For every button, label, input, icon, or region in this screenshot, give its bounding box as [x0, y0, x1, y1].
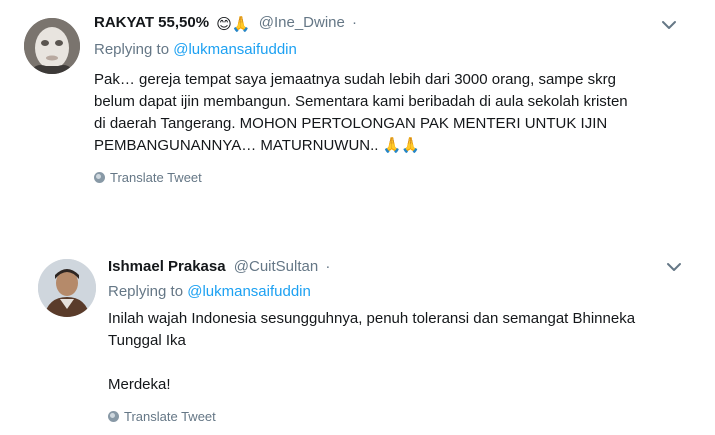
folded-hands-emoji: 🙏: [231, 16, 251, 33]
avatar-image: [24, 18, 80, 74]
avatar[interactable]: [38, 259, 96, 317]
tweet-text-line: Pak… gereja tempat saya jemaatnya sudah …: [94, 71, 616, 88]
translate-tweet-link[interactable]: Translate Tweet: [94, 170, 694, 185]
tweet-text-line: di daerah Tangerang. MOHON PERTOLONGAN P…: [94, 115, 608, 132]
mention-link[interactable]: @lukmansaifuddin: [173, 41, 297, 58]
user-handle[interactable]: @CuitSultan: [234, 258, 318, 275]
tweet-text-line: Merdeka!: [108, 376, 171, 393]
translate-label: Translate Tweet: [124, 409, 216, 424]
replying-prefix: Replying to: [94, 41, 170, 58]
user-handle[interactable]: @Ine_Dwine: [259, 14, 345, 31]
display-name[interactable]: Ishmael Prakasa: [108, 258, 226, 275]
tweet-text-line: belum dapat ijin membangun. Sementara ka…: [94, 93, 628, 110]
separator-dot: ·: [352, 14, 358, 31]
translate-tweet-link[interactable]: Translate Tweet: [108, 409, 688, 424]
replying-to: Replying to @lukmansaifuddin: [94, 40, 694, 60]
tweet-text: Inilah wajah Indonesia sesungguhnya, pen…: [108, 308, 688, 396]
tweet-header: Ishmael Prakasa @CuitSultan ·: [108, 257, 688, 277]
tweet-text-line: PEMBANGUNANNYA… MATURNUWUN.. 🙏🙏: [94, 137, 420, 154]
globe-icon: [94, 172, 105, 183]
display-name[interactable]: RAKYAT 55,50%: [94, 14, 209, 31]
chevron-down-icon[interactable]: [664, 257, 684, 277]
translate-label: Translate Tweet: [110, 170, 202, 185]
tweet-2[interactable]: Ishmael Prakasa @CuitSultan · Replying t…: [0, 244, 715, 435]
separator-dot: ·: [325, 258, 331, 275]
tweet-text: Pak… gereja tempat saya jemaatnya sudah …: [94, 69, 694, 157]
replying-prefix: Replying to: [108, 283, 184, 300]
tweet-text-line: Tunggal Ika: [108, 332, 186, 349]
avatar[interactable]: [24, 18, 80, 74]
emoji-group: 😊🙏: [216, 15, 250, 35]
avatar-image: [38, 259, 96, 317]
smile-emoji: 😊: [216, 16, 232, 33]
globe-icon: [108, 411, 119, 422]
tweet-header: RAKYAT 55,50% 😊🙏 @Ine_Dwine ·: [94, 13, 694, 35]
mention-link[interactable]: @lukmansaifuddin: [187, 283, 311, 300]
tweet-text-line: Inilah wajah Indonesia sesungguhnya, pen…: [108, 310, 636, 327]
replying-to: Replying to @lukmansaifuddin: [108, 282, 688, 302]
chevron-down-icon[interactable]: [659, 15, 679, 35]
tweet-1[interactable]: RAKYAT 55,50% 😊🙏 @Ine_Dwine · Replying t…: [0, 0, 715, 210]
